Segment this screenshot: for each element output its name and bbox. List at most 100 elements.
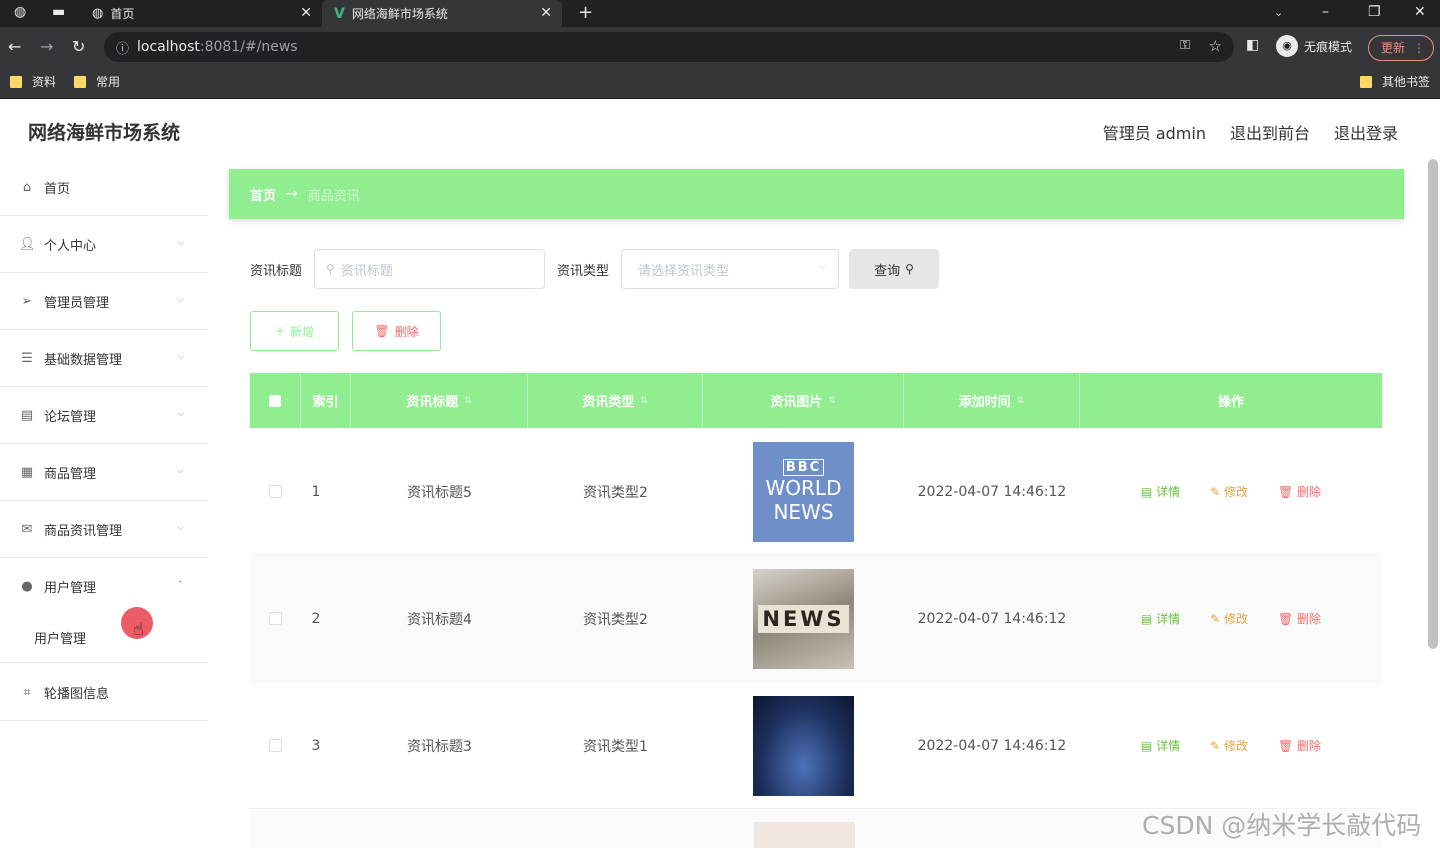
tab-group-icon[interactable]: ▬ (52, 4, 65, 20)
more-icon: ⋮ (1413, 41, 1425, 55)
chevron-down-icon: ⌵ (177, 523, 184, 533)
reload-icon[interactable]: ↻ (72, 37, 85, 56)
edit-label: 修改 (1223, 612, 1248, 626)
sidebar-item-goods[interactable]: ▦ 商品管理 ⌵ (0, 444, 208, 501)
bulb-icon: ● (21, 579, 33, 594)
document-icon: ▤ (20, 407, 34, 423)
query-button[interactable]: 查询 ⚲ (849, 249, 940, 289)
detail-button[interactable]: ▤ 详情 (1141, 737, 1180, 754)
url-field[interactable]: ⓘ localhost :8081/#/news ⚿ ☆ (104, 32, 1234, 62)
cell-image: BBC WORLD NEWS (703, 428, 904, 555)
sidepanel-icon[interactable]: ◧ (1246, 37, 1259, 53)
submenu-item-label: 用户管理 (34, 632, 87, 647)
row-checkbox[interactable] (269, 739, 282, 752)
site-info-icon[interactable]: ⓘ (116, 38, 129, 57)
bookmark-star-icon[interactable]: ☆ (1209, 37, 1222, 55)
sort-icon[interactable]: ⇅ (828, 396, 836, 406)
add-button[interactable]: + 新增 (250, 311, 339, 351)
bookmark-folder[interactable]: 常用 (74, 73, 120, 90)
table-row: 3 资讯标题3 资讯类型1 2022-04-07 14:46:12 ▤ 详情 ✎… (250, 682, 1382, 809)
cell-time: 2022-04-07 14:46:12 (917, 483, 1067, 500)
news-thumbnail[interactable]: BBC WORLD NEWS (753, 441, 854, 542)
tab-close-icon[interactable]: ✕ (540, 5, 552, 21)
sidebar-item-news[interactable]: ✉ 商品资讯管理 ⌵ (0, 501, 208, 558)
table-header: 索引 资讯标题 ⇅ 资讯类型 ⇅ 资讯图片 ⇅ 添加时间 ⇅ 操作 (250, 373, 1382, 428)
col-type[interactable]: 资讯类型 ⇅ (528, 373, 703, 428)
sidebar-item-carousel[interactable]: ⌗ 轮播图信息 (0, 664, 208, 721)
chevron-down-icon: ⌵ (177, 352, 184, 362)
forward-icon[interactable]: → (40, 37, 53, 56)
new-tab-icon[interactable]: + (578, 2, 593, 23)
row-checkbox[interactable] (269, 612, 282, 625)
breadcrumb-home[interactable]: 首页 (250, 185, 276, 204)
edit-button[interactable]: ✎ 修改 (1210, 610, 1248, 627)
row-select-cell (250, 428, 301, 555)
col-time[interactable]: 添加时间 ⇅ (904, 373, 1080, 428)
type-select[interactable]: 请选择资讯类型 ⌵ (621, 249, 840, 289)
window-close-icon[interactable]: ✕ (1414, 4, 1426, 20)
sidebar-item-home[interactable]: ⌂ 首页 (0, 159, 208, 216)
sidebar-item-admin[interactable]: ➢ 管理员管理 ⌵ (0, 273, 208, 330)
select-all-checkbox[interactable] (269, 394, 281, 407)
browser-tab-home[interactable]: ◍ 首页 ✕ (82, 0, 322, 27)
browser-menu-icon[interactable]: ◍ (14, 4, 26, 20)
news-thumbnail[interactable]: NEWS (753, 568, 854, 669)
bookmark-label: 资料 (32, 75, 57, 89)
add-label: 新增 (290, 324, 315, 339)
title-search-placeholder: 资讯标题 (340, 263, 393, 279)
sidebar-item-label: 个人中心 (44, 238, 97, 254)
col-title[interactable]: 资讯标题 ⇅ (351, 373, 528, 428)
address-bar: ← → ↻ ⓘ localhost :8081/#/news ⚿ ☆ ◧ ◉ 无… (0, 27, 1440, 67)
table-row: 1 资讯标题5 资讯类型2 BBC WORLD NEWS 2022-04-07 … (250, 428, 1382, 555)
sidebar-item-forum[interactable]: ▤ 论坛管理 ⌵ (0, 387, 208, 444)
page-scrollbar[interactable] (1428, 159, 1438, 649)
cell-actions: ▤ 详情 ✎ 修改 🗑︎ 删除 (1080, 682, 1382, 809)
cell-title: 资讯标题4 (407, 611, 472, 628)
table-row: 2 资讯标题4 资讯类型2 NEWS 2022-04-07 14:46:12 ▤… (250, 555, 1382, 682)
batch-delete-button[interactable]: 🗑︎ 删除 (352, 311, 441, 351)
grid-icon: ▦ (20, 464, 34, 480)
other-bookmarks[interactable]: 其他书签 (1360, 73, 1430, 90)
submenu-item-users[interactable]: 用户管理 (0, 613, 208, 663)
cell-time: 2022-04-07 14:46:12 (917, 737, 1067, 754)
tab-search-icon[interactable]: ⌄ (1274, 6, 1283, 19)
delete-button[interactable]: 🗑︎ 删除 (1278, 737, 1321, 754)
edit-button[interactable]: ✎ 修改 (1210, 483, 1248, 500)
bookmark-label: 其他书签 (1382, 75, 1431, 89)
edit-button[interactable]: ✎ 修改 (1210, 737, 1248, 754)
update-button[interactable]: 更新 ⋮ (1368, 35, 1434, 61)
news-table: 索引 资讯标题 ⇅ 资讯类型 ⇅ 资讯图片 ⇅ 添加时间 ⇅ 操作 1 资讯标题… (250, 373, 1382, 809)
row-checkbox[interactable] (269, 485, 282, 498)
key-icon[interactable]: ⚿ (1180, 38, 1190, 53)
sidebar-item-users[interactable]: ● 用户管理 ⌃ (0, 558, 208, 615)
logout-link[interactable]: 退出登录 (1334, 120, 1398, 144)
sort-icon[interactable]: ⇅ (640, 396, 648, 406)
sort-icon[interactable]: ⇅ (1017, 396, 1025, 406)
search-icon: ⚲ (326, 262, 335, 276)
title-search-input[interactable]: ⚲ 资讯标题 (314, 249, 546, 289)
col-image[interactable]: 资讯图片 ⇅ (703, 373, 904, 428)
browser-tab-active[interactable]: V 网络海鲜市场系统 ✕ (322, 0, 562, 27)
incognito-indicator[interactable]: ◉ 无痕模式 (1276, 35, 1352, 57)
back-icon[interactable]: ← (8, 37, 21, 56)
url-path: :8081/#/news (199, 39, 298, 55)
col-index-label: 索引 (312, 395, 339, 410)
bookmark-folder[interactable]: 资料 (10, 73, 56, 90)
sort-icon[interactable]: ⇅ (464, 396, 472, 406)
select-all-cell (250, 373, 301, 428)
edit-label: 修改 (1223, 739, 1248, 753)
tab-close-icon[interactable]: ✕ (300, 5, 312, 21)
delete-button[interactable]: 🗑︎ 删除 (1278, 483, 1321, 500)
sidebar-item-basedata[interactable]: ☰ 基础数据管理 ⌵ (0, 330, 208, 387)
title-filter-label: 资讯标题 (250, 263, 303, 279)
news-thumbnail[interactable] (753, 695, 854, 796)
delete-button[interactable]: 🗑︎ 删除 (1278, 610, 1321, 627)
restore-icon[interactable]: ❐ (1368, 4, 1381, 20)
sidebar-item-personal[interactable]: 👤︎ 个人中心 ⌵ (0, 216, 208, 273)
minimize-icon[interactable]: – (1322, 4, 1329, 20)
sliders-icon: ☰ (21, 350, 33, 366)
detail-button[interactable]: ▤ 详情 (1141, 483, 1180, 500)
tab-label: 网络海鲜市场系统 (351, 7, 448, 21)
detail-button[interactable]: ▤ 详情 (1141, 610, 1180, 627)
front-link[interactable]: 退出到前台 (1230, 120, 1310, 144)
